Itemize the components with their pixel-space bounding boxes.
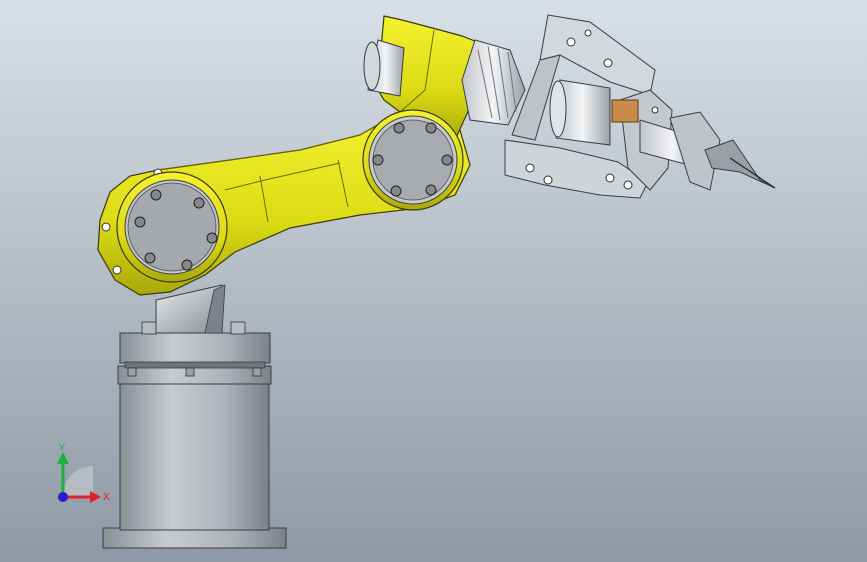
shoulder-joint[interactable] xyxy=(116,171,228,283)
x-axis-label: X xyxy=(103,492,110,503)
robot-base[interactable] xyxy=(102,321,287,549)
model-canvas[interactable]: Y X xyxy=(0,0,867,562)
y-axis-label: Y xyxy=(58,443,66,454)
z-axis-dot xyxy=(58,492,68,502)
elbow-motor[interactable] xyxy=(363,39,405,97)
cad-viewport[interactable]: Y X xyxy=(0,0,867,562)
elbow-joint[interactable] xyxy=(362,109,464,211)
